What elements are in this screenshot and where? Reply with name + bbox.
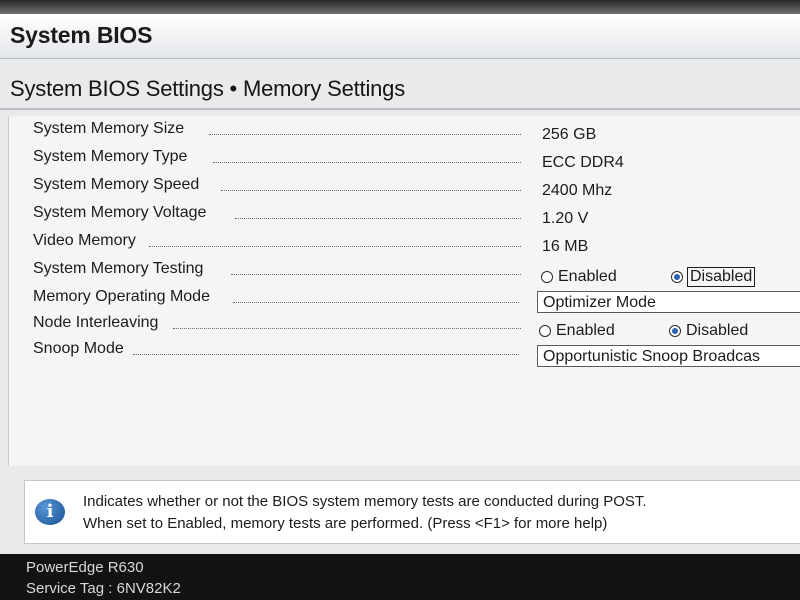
footer-bar: PowerEdge R630 Service Tag : 6NV82K2 [0,554,800,600]
setting-row-system-memory-size: System Memory Size 256 GB [9,120,800,146]
radio-label: Disabled [686,267,756,287]
settings-panel: System Memory Size 256 GB System Memory … [8,116,800,466]
leader-dots [209,134,521,135]
setting-value: 2400 Mhz [542,182,613,199]
memory-operating-mode-select[interactable]: Optimizer Mode [537,291,800,313]
setting-row-system-memory-voltage: System Memory Voltage 1.20 V [9,204,800,230]
info-icon: i [35,499,65,525]
leader-dots [173,328,521,329]
setting-row-memory-operating-mode[interactable]: Memory Operating Mode Optimizer Mode [9,288,800,314]
radio-label: Enabled [556,322,615,339]
setting-label: System Memory Type [33,148,192,166]
setting-row-system-memory-testing[interactable]: System Memory Testing Enabled Disabled [9,260,800,288]
radio-unchecked-icon [539,325,551,337]
setting-label: System Memory Speed [33,176,204,194]
radio-unchecked-icon [541,271,553,283]
setting-row-node-interleaving[interactable]: Node Interleaving Enabled Disabled [9,314,800,340]
radio-option-enabled[interactable]: Enabled [539,320,615,342]
help-text-line-2: When set to Enabled, memory tests are pe… [83,515,608,532]
leader-dots [213,162,521,163]
help-panel: i Indicates whether or not the BIOS syst… [24,480,800,544]
setting-label: System Memory Size [33,120,189,138]
leader-dots [149,246,521,247]
radio-label: Enabled [558,268,617,285]
setting-row-snoop-mode[interactable]: Snoop Mode Opportunistic Snoop Broadcas [9,340,800,367]
page-title: System BIOS Settings • Memory Settings [10,76,406,101]
radio-option-enabled[interactable]: Enabled [541,266,617,288]
snoop-mode-select[interactable]: Opportunistic Snoop Broadcas [537,345,800,367]
setting-label: Video Memory [33,232,140,250]
app-header: System BIOS [0,14,800,59]
radio-checked-icon [669,325,681,337]
setting-row-system-memory-speed: System Memory Speed 2400 Mhz [9,176,800,202]
setting-row-video-memory: Video Memory 16 MB [9,232,800,258]
setting-label: System Memory Voltage [33,204,211,222]
setting-value: 1.20 V [542,210,589,227]
setting-label: System Memory Testing [33,260,208,278]
setting-row-system-memory-type: System Memory Type ECC DDR4 [9,148,800,174]
title-divider [0,108,800,110]
service-tag: Service Tag : 6NV82K2 [26,580,181,597]
app-title: System BIOS [10,22,153,48]
leader-dots [233,302,519,303]
setting-value: ECC DDR4 [542,154,624,171]
leader-dots [235,218,521,219]
radio-checked-icon [671,271,683,283]
leader-dots [221,190,521,191]
setting-label: Memory Operating Mode [33,288,214,306]
radio-option-disabled[interactable]: Disabled [669,320,748,342]
help-text-line-1: Indicates whether or not the BIOS system… [83,493,647,510]
setting-label: Node Interleaving [33,314,163,332]
leader-dots [231,274,521,275]
setting-value: 16 MB [542,238,589,255]
radio-option-disabled[interactable]: Disabled [671,266,756,288]
monitor-bezel [0,0,800,14]
setting-label: Snoop Mode [33,340,128,358]
server-model: PowerEdge R630 [26,559,144,576]
bios-screen: System BIOS System BIOS Settings • Memor… [0,0,800,600]
setting-value: 256 GB [542,126,597,143]
leader-dots [133,354,519,355]
radio-label: Disabled [686,322,749,339]
